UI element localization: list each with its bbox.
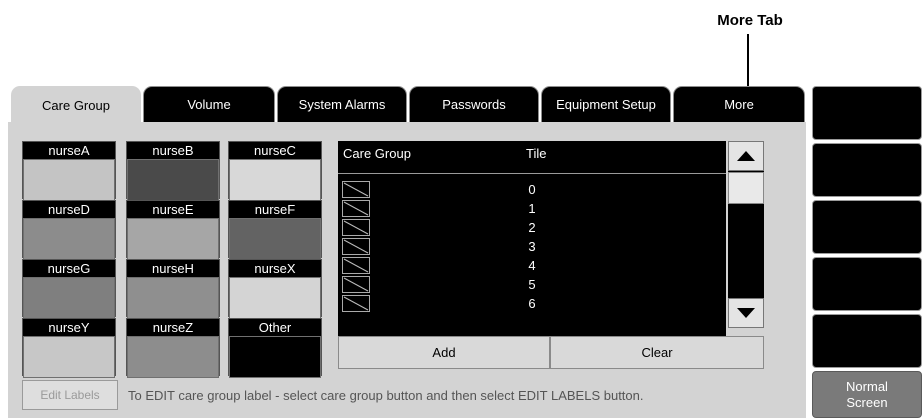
- no-color-icon[interactable]: [342, 295, 370, 312]
- side-key-4[interactable]: [812, 257, 922, 311]
- care-group-label: nurseZ: [127, 319, 219, 336]
- no-color-icon[interactable]: [342, 200, 370, 217]
- tab-care-group[interactable]: Care Group: [11, 86, 141, 124]
- care-group-button-nursez[interactable]: nurseZ: [126, 318, 220, 378]
- care-group-button-nursey[interactable]: nurseY: [22, 318, 116, 378]
- tile-number: 1: [528, 201, 536, 216]
- no-color-icon[interactable]: [342, 238, 370, 255]
- care-group-color-swatch: [23, 159, 115, 201]
- no-color-icon[interactable]: [342, 181, 370, 198]
- care-group-color-swatch: [127, 218, 219, 260]
- care-group-button-nursex[interactable]: nurseX: [228, 259, 322, 319]
- col-header-tile: Tile: [526, 146, 547, 161]
- instruction-text: To EDIT care group label - select care g…: [128, 388, 644, 403]
- care-group-button-nursef[interactable]: nurseF: [228, 200, 322, 260]
- care-group-color-swatch: [23, 277, 115, 319]
- side-key-2[interactable]: [812, 143, 922, 197]
- care-group-button-nursea[interactable]: nurseA: [22, 141, 116, 201]
- care-group-button-nursed[interactable]: nurseD: [22, 200, 116, 260]
- no-color-icon[interactable]: [342, 219, 370, 236]
- tile-number: 3: [528, 239, 536, 254]
- care-group-label: nurseB: [127, 142, 219, 159]
- clear-button[interactable]: Clear: [550, 336, 764, 369]
- scroll-down-button[interactable]: [728, 298, 764, 328]
- no-color-icon[interactable]: [342, 276, 370, 293]
- tile-number: 2: [528, 220, 536, 235]
- normal-screen-line2: Screen: [846, 394, 888, 410]
- side-key-1[interactable]: [812, 86, 922, 140]
- col-header-care-group: Care Group: [343, 146, 411, 161]
- callout-line: [747, 34, 749, 86]
- care-group-label: nurseY: [23, 319, 115, 336]
- care-group-color-swatch: [127, 159, 219, 201]
- edit-labels-button[interactable]: Edit Labels: [22, 380, 118, 410]
- tile-number: 6: [528, 296, 536, 311]
- add-button[interactable]: Add: [338, 336, 550, 369]
- care-group-color-swatch: [127, 336, 219, 378]
- care-group-label: nurseH: [127, 260, 219, 277]
- care-group-color-swatch: [229, 218, 321, 260]
- side-key-5[interactable]: [812, 314, 922, 368]
- care-group-button-nursec[interactable]: nurseC: [228, 141, 322, 201]
- care-group-color-swatch: [23, 218, 115, 260]
- tab-volume[interactable]: Volume: [143, 86, 275, 122]
- care-group-color-swatch: [229, 159, 321, 201]
- care-group-label: nurseA: [23, 142, 115, 159]
- care-group-label: nurseD: [23, 201, 115, 218]
- arrow-up-icon: [737, 151, 755, 161]
- tile-number: 0: [528, 182, 536, 197]
- tile-number: 4: [528, 258, 536, 273]
- care-group-button-nurseb[interactable]: nurseB: [126, 141, 220, 201]
- care-group-label: nurseG: [23, 260, 115, 277]
- tab-passwords[interactable]: Passwords: [409, 86, 539, 122]
- scrollbar-thumb[interactable]: [728, 172, 764, 204]
- care-group-color-swatch: [229, 336, 321, 378]
- tab-equipment-setup[interactable]: Equipment Setup: [541, 86, 671, 122]
- scroll-up-button[interactable]: [728, 141, 764, 171]
- care-group-label: nurseE: [127, 201, 219, 218]
- care-group-button-other[interactable]: Other: [228, 318, 322, 378]
- care-group-label: nurseX: [229, 260, 321, 277]
- side-key-3[interactable]: [812, 200, 922, 254]
- table-header-divider: [338, 173, 726, 174]
- tab-more[interactable]: More: [673, 86, 805, 122]
- care-group-button-nurseg[interactable]: nurseG: [22, 259, 116, 319]
- care-group-color-swatch: [127, 277, 219, 319]
- more-tab-callout: More Tab: [717, 12, 783, 29]
- tab-system-alarms[interactable]: System Alarms: [277, 86, 407, 122]
- care-group-label: Other: [229, 319, 321, 336]
- tile-number: 5: [528, 277, 536, 292]
- care-group-button-nurseh[interactable]: nurseH: [126, 259, 220, 319]
- arrow-down-icon: [737, 308, 755, 318]
- care-group-button-nursee[interactable]: nurseE: [126, 200, 220, 260]
- no-color-icon[interactable]: [342, 257, 370, 274]
- care-group-color-swatch: [23, 336, 115, 378]
- normal-screen-line1: Normal: [846, 378, 888, 394]
- care-group-label: nurseF: [229, 201, 321, 218]
- care-group-label: nurseC: [229, 142, 321, 159]
- normal-screen-button[interactable]: Normal Screen: [812, 371, 922, 418]
- care-group-color-swatch: [229, 277, 321, 319]
